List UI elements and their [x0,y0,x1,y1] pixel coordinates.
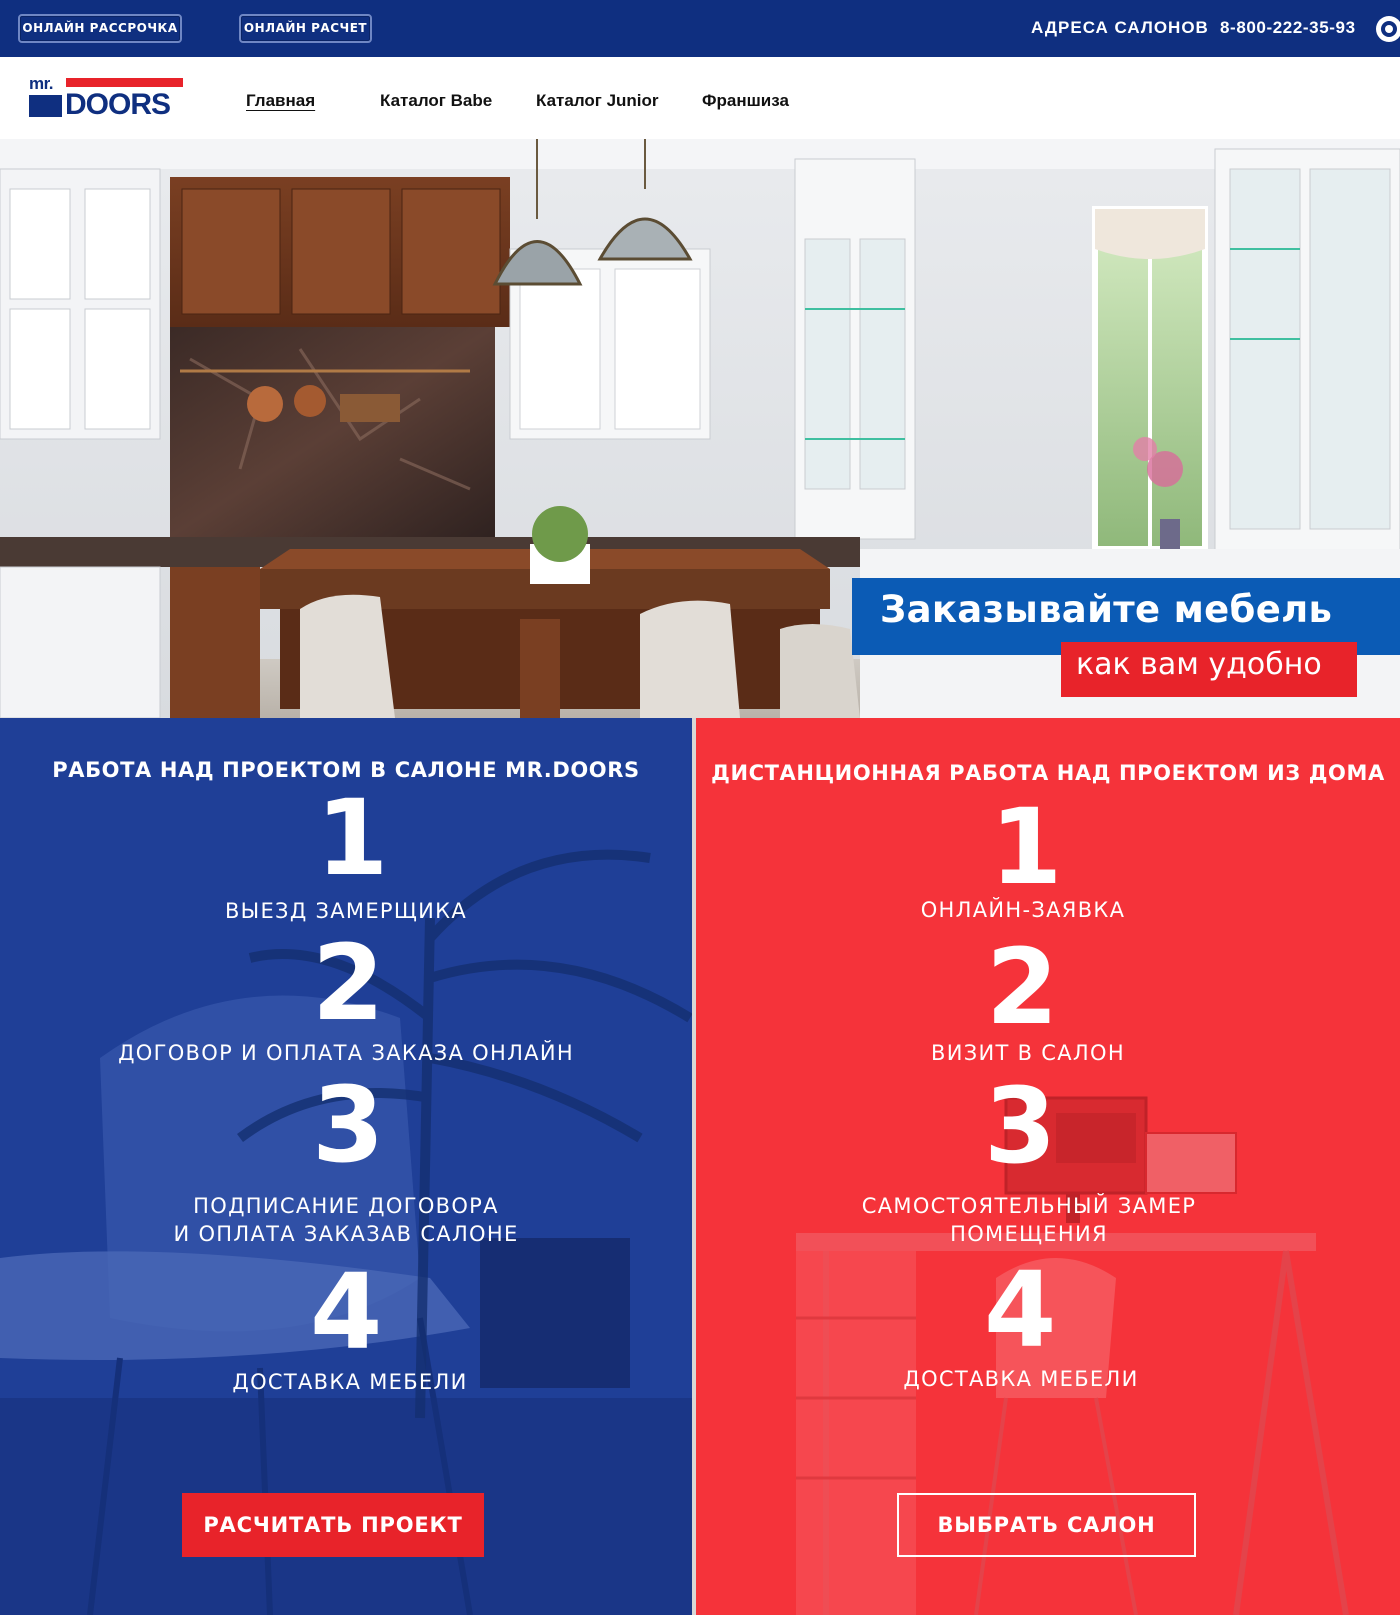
remote-step-4-number: 4 [984,1249,1057,1371]
salon-step-1-number: 1 [316,777,389,899]
salon-step-4-number: 4 [310,1251,383,1373]
online-calc-button[interactable]: ОНЛАЙН РАСЧЕТ [239,14,372,43]
logo[interactable]: mr. DOORS [29,74,189,121]
remote-step-1-label: ОНЛАЙН-ЗАЯВКА [920,898,1126,922]
salon-step-1-label: ВЫЕЗД ЗАМЕРЩИКА [224,899,468,923]
remote-work-panel: ДИСТАНЦИОННАЯ РАБОТА НАД ПРОЕКТОМ ИЗ ДОМ… [696,718,1400,1615]
salon-addresses-link[interactable]: АДРЕСА САЛОНОВ [1031,18,1209,38]
salon-step-3-label-line2: И ОПЛАТА ЗАКАЗАВ САЛОНЕ [173,1222,519,1246]
remote-step-3-label-line1: САМОСТОЯТЕЛЬНЫЙ ЗАМЕР [861,1194,1197,1218]
logo-doors-text: DOORS [65,88,171,121]
remote-step-2-label: ВИЗИТ В САЛОН [931,1041,1125,1065]
top-bar: ОНЛАЙН РАССРОЧКА ОНЛАЙН РАСЧЕТ АДРЕСА СА… [0,0,1400,57]
nav-item-franchise[interactable]: Франшиза [702,91,789,111]
nav-item-catalog-babe[interactable]: Каталог Babe [380,91,492,111]
hero-banner: Заказывайте мебель как вам удобно [0,139,1400,718]
main-nav: mr. DOORS Главная Каталог Babe Каталог J… [0,57,1400,139]
logo-red-bar [66,78,183,87]
salon-step-2-number: 2 [312,922,385,1044]
logo-blue-square [29,95,62,117]
salon-step-3-number: 3 [312,1064,385,1186]
nav-item-home[interactable]: Главная [246,91,315,111]
hero-subline: как вам удобно [1076,647,1322,682]
logo-mr-text: mr. [29,74,54,93]
whatsapp-icon[interactable] [1376,16,1400,42]
salon-step-2-label: ДОГОВОР И ОПЛАТА ЗАКАЗА ОНЛАЙН [118,1041,574,1065]
remote-title: ДИСТАНЦИОННАЯ РАБОТА НАД ПРОЕКТОМ ИЗ ДОМ… [711,761,1385,785]
hero-headline: Заказывайте мебель [880,588,1333,631]
nav-item-catalog-junior[interactable]: Каталог Junior [536,91,659,111]
remote-step-3-label-line2: ПОМЕЩЕНИЯ [950,1222,1108,1246]
remote-step-1-number: 1 [990,786,1063,908]
remote-step-4-label: ДОСТАВКА МЕБЕЛИ [903,1367,1139,1391]
calculate-project-button[interactable]: РАСЧИТАТЬ ПРОЕКТ [182,1493,484,1557]
phone-link[interactable]: 8-800-222-35-93 [1220,18,1356,38]
choose-salon-button[interactable]: ВЫБРАТЬ САЛОН [897,1493,1196,1557]
remote-step-2-number: 2 [986,926,1059,1048]
remote-step-3-number: 3 [984,1065,1057,1187]
online-installment-button[interactable]: ОНЛАЙН РАССРОЧКА [18,14,182,43]
salon-step-4-label: ДОСТАВКА МЕБЕЛИ [232,1370,468,1394]
salon-step-3-label-line1: ПОДПИСАНИЕ ДОГОВОРА [193,1194,499,1218]
salon-work-panel: РАБОТА НАД ПРОЕКТОМ В САЛОНЕ MR.DOORS 1 … [0,718,692,1615]
